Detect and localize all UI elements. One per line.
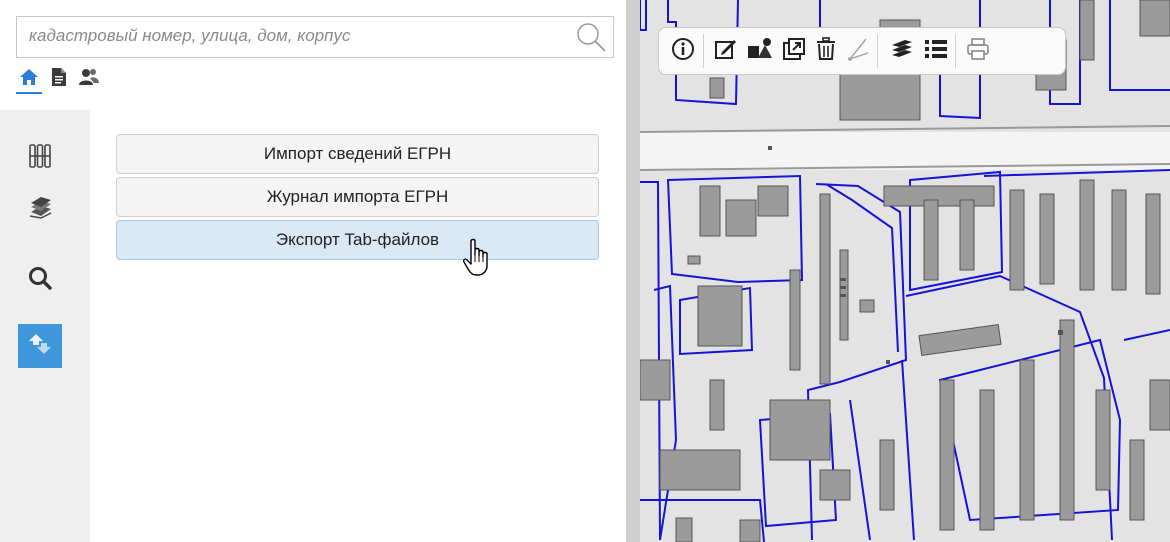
edit-icon	[714, 37, 738, 66]
print-button[interactable]	[963, 35, 993, 67]
info-icon	[671, 37, 695, 66]
layers-icon	[27, 196, 53, 225]
search-icon[interactable]	[575, 21, 607, 53]
transfer-icon	[27, 331, 53, 362]
sidebar-item-layers[interactable]	[20, 190, 60, 230]
trash-icon	[815, 36, 837, 66]
edit-button[interactable]	[711, 35, 741, 67]
home-icon	[19, 67, 39, 92]
shapes-button[interactable]	[745, 35, 775, 67]
panel-splitter[interactable]	[626, 0, 640, 542]
tab-documents[interactable]	[46, 66, 72, 92]
print-icon	[966, 37, 990, 66]
sidebar-item-search[interactable]	[20, 260, 60, 300]
users-icon	[78, 67, 100, 92]
legend-button[interactable]	[921, 35, 951, 67]
tab-home[interactable]	[16, 66, 42, 94]
map-toolbar	[658, 27, 1066, 75]
toolbar-separator	[877, 34, 878, 68]
left-panel: Импорт сведений ЕГРН Журнал импорта ЕГРН…	[0, 0, 626, 542]
layers-icon	[889, 37, 915, 66]
sidebar-item-transfer[interactable]	[18, 324, 62, 368]
measure-button[interactable]	[843, 35, 873, 67]
sidebar-item-grid[interactable]	[20, 138, 60, 178]
measure-icon	[846, 37, 870, 66]
search-input[interactable]	[17, 17, 569, 55]
sidebar	[0, 110, 90, 542]
import-journal-button[interactable]: Журнал импорта ЕГРН	[116, 177, 599, 217]
delete-button[interactable]	[811, 35, 841, 67]
content-panel: Импорт сведений ЕГРН Журнал импорта ЕГРН…	[90, 110, 626, 542]
import-egrn-button[interactable]: Импорт сведений ЕГРН	[116, 134, 599, 174]
toolbar-separator	[703, 34, 704, 68]
grid-icon	[29, 143, 51, 173]
list-icon	[924, 38, 948, 65]
mode-tabs	[16, 66, 102, 94]
map-canvas	[640, 0, 1170, 542]
tab-users[interactable]	[76, 66, 102, 92]
toolbar-separator	[955, 34, 956, 68]
info-button[interactable]	[668, 35, 698, 67]
open-window-icon	[782, 37, 806, 66]
search-icon	[27, 265, 53, 296]
layers-button[interactable]	[887, 35, 917, 67]
open-window-button[interactable]	[779, 35, 809, 67]
shapes-icon	[747, 37, 773, 66]
search-box[interactable]	[16, 16, 614, 58]
map-view[interactable]	[640, 0, 1170, 542]
export-tab-button[interactable]: Экспорт Tab-файлов	[116, 220, 599, 260]
document-icon	[50, 67, 68, 92]
